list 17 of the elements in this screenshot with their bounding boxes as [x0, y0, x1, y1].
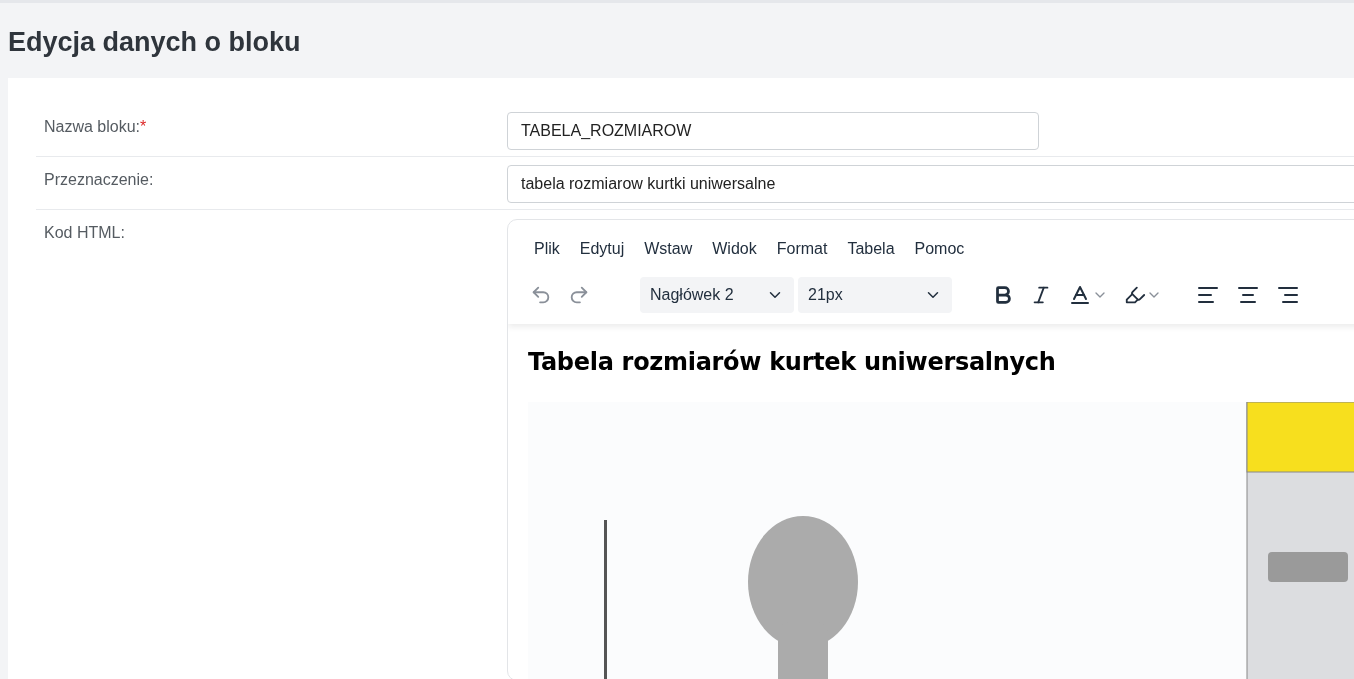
content-heading: Tabela rozmiarów kurtek uniwersalnych: [528, 348, 1057, 376]
menu-item[interactable]: Wstaw: [634, 236, 703, 262]
field-label: Przeznaczenie:: [44, 170, 155, 190]
page-title: Edycja danych o bloku: [7, 26, 302, 59]
block-format-select[interactable]: Nagłówek 2: [640, 277, 794, 313]
menu-item[interactable]: Pomoc: [904, 236, 975, 262]
menu-item[interactable]: Format: [766, 236, 838, 262]
menu-item[interactable]: Plik: [524, 236, 570, 262]
text-field[interactable]: tabela rozmiarow kurtki uniwersalne: [507, 165, 1354, 203]
field-label: Kod HTML:: [44, 223, 126, 243]
menu-item[interactable]: Tabela: [837, 236, 905, 262]
rich-text-editor[interactable]: Plik Edytuj Wstaw Widok Format Tabela Pomoc Nagłówek 2 21px Tabela rozmiarów kurtek uniwersalnych: [507, 219, 1354, 679]
menu-item[interactable]: Widok: [702, 236, 767, 262]
text-field[interactable]: TABELA_ROZMIAROW: [507, 112, 1039, 150]
menu-item[interactable]: Edytuj: [569, 236, 635, 262]
font-size-select[interactable]: 21px: [798, 277, 952, 313]
field-label: Nazwa bloku:*: [44, 117, 148, 137]
